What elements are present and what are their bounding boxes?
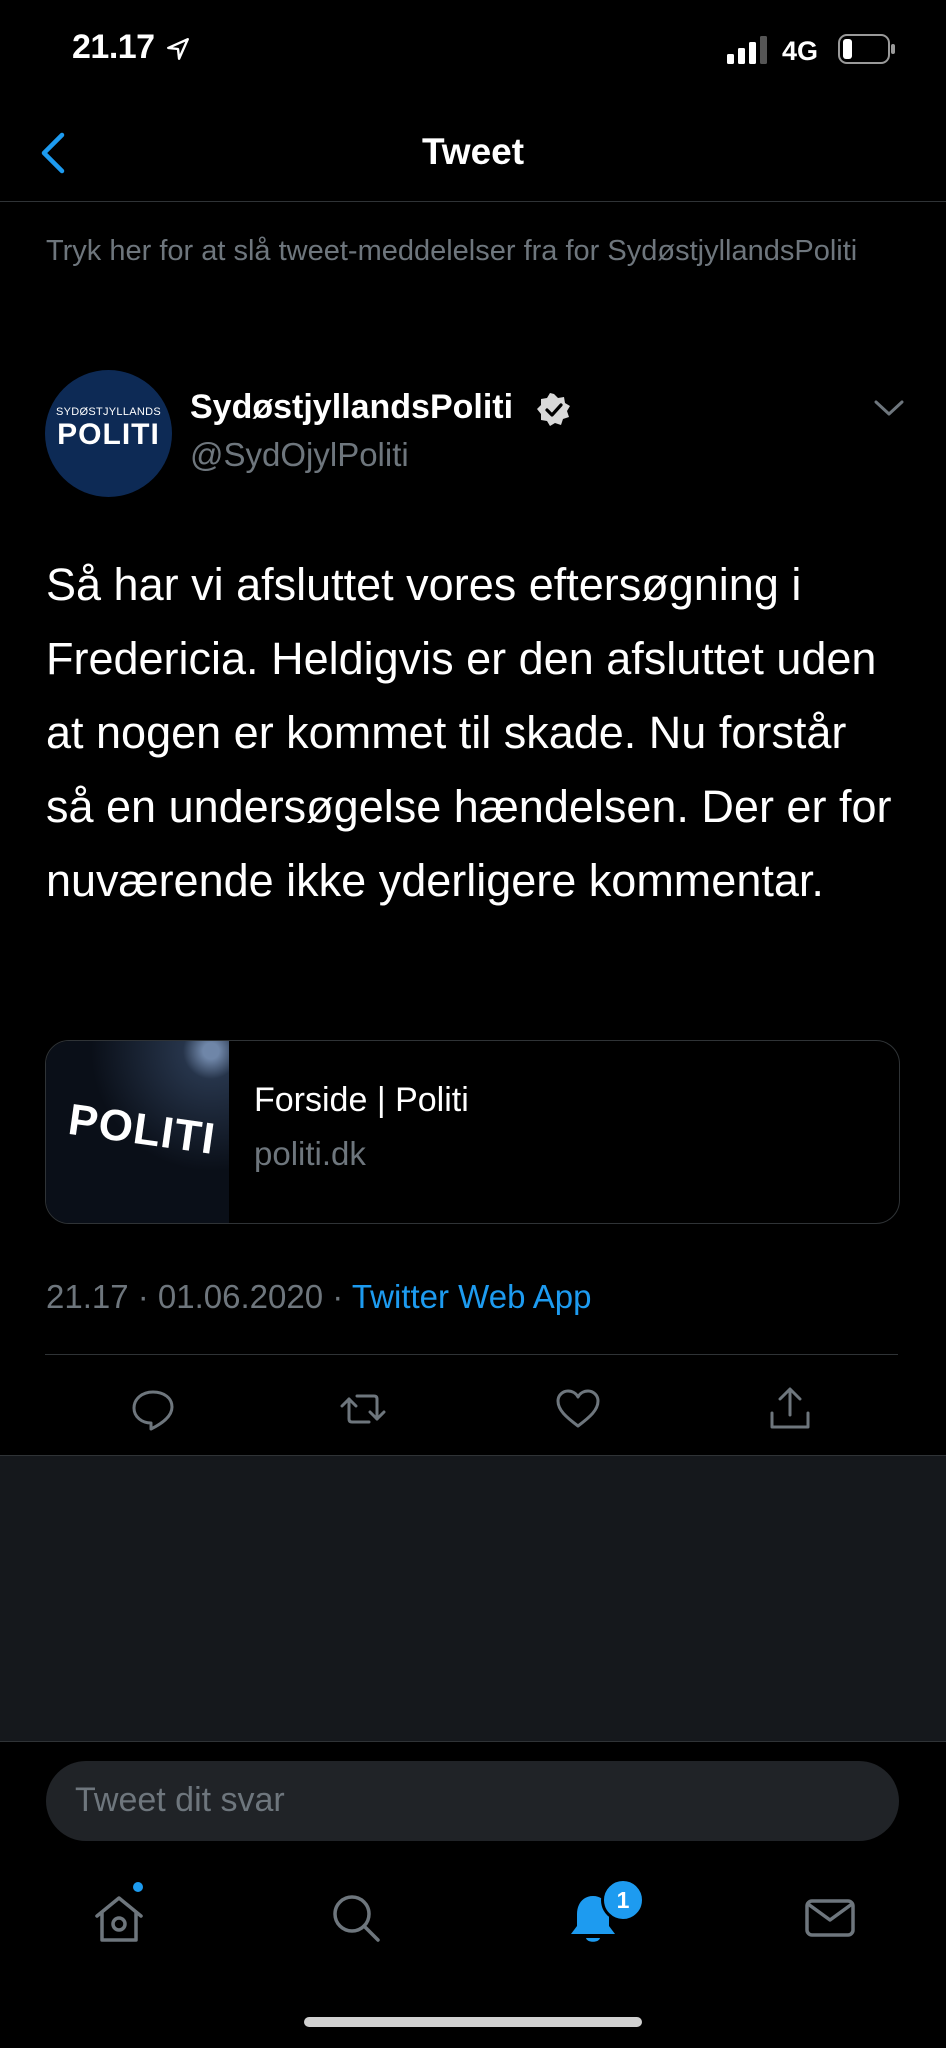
link-card-image-text: POLITI bbox=[65, 1094, 219, 1165]
author-handle[interactable]: @SydOjylPoliti bbox=[190, 436, 409, 474]
home-icon[interactable] bbox=[89, 1888, 149, 1948]
avatar-big-text: POLITI bbox=[57, 418, 160, 451]
replies-area bbox=[0, 1455, 946, 1742]
reply-placeholder: Tweet dit svar bbox=[75, 1781, 285, 1819]
home-new-dot bbox=[133, 1882, 143, 1892]
search-icon[interactable] bbox=[326, 1888, 386, 1948]
tweet-timestamp: 21.17 · 01.06.2020 · bbox=[46, 1278, 352, 1315]
header: Tweet bbox=[0, 105, 946, 202]
home-indicator bbox=[304, 2017, 642, 2027]
share-icon[interactable] bbox=[766, 1385, 814, 1433]
reply-input[interactable]: Tweet dit svar bbox=[46, 1761, 899, 1841]
tab-bar bbox=[0, 1870, 946, 1980]
link-card-title: Forside | Politi bbox=[254, 1081, 469, 1119]
verified-icon bbox=[537, 393, 570, 426]
status-time: 21.17 bbox=[72, 28, 155, 66]
network-type: 4G bbox=[782, 36, 819, 66]
location-arrow-icon bbox=[167, 38, 189, 60]
mail-icon[interactable] bbox=[800, 1888, 860, 1948]
page-title: Tweet bbox=[421, 131, 525, 172]
like-icon[interactable] bbox=[554, 1385, 602, 1433]
source-app-link[interactable]: Twitter Web App bbox=[352, 1278, 592, 1315]
reply-icon[interactable] bbox=[129, 1385, 177, 1433]
avatar-small-text: SYDØSTJYLLANDS bbox=[55, 406, 162, 418]
notifications-toggle-notice[interactable]: Tryk her for at slå tweet-meddelelser fr… bbox=[46, 232, 906, 270]
link-card-domain: politi.dk bbox=[254, 1135, 366, 1172]
tweet-text: Så har vi afsluttet vores eftersøgning i… bbox=[46, 559, 892, 906]
retweet-icon[interactable] bbox=[339, 1385, 387, 1433]
tweet-meta: 21.17 · 01.06.2020 · Twitter Web App bbox=[46, 1278, 591, 1316]
link-card[interactable]: POLITI Forside | Politi politi.dk bbox=[45, 1040, 900, 1224]
notifications-badge: 1 bbox=[601, 1878, 645, 1922]
avatar[interactable]: SYDØSTJYLLANDS POLITI bbox=[45, 370, 172, 497]
battery-icon bbox=[838, 34, 895, 64]
author-name[interactable]: SydøstjyllandsPoliti bbox=[190, 388, 513, 427]
chevron-down-icon[interactable] bbox=[872, 396, 906, 420]
signal-icon bbox=[727, 36, 767, 64]
link-card-image: POLITI bbox=[46, 1041, 229, 1223]
status-bar: 21.17 4G bbox=[0, 0, 946, 105]
tweet-actions bbox=[45, 1354, 898, 1455]
